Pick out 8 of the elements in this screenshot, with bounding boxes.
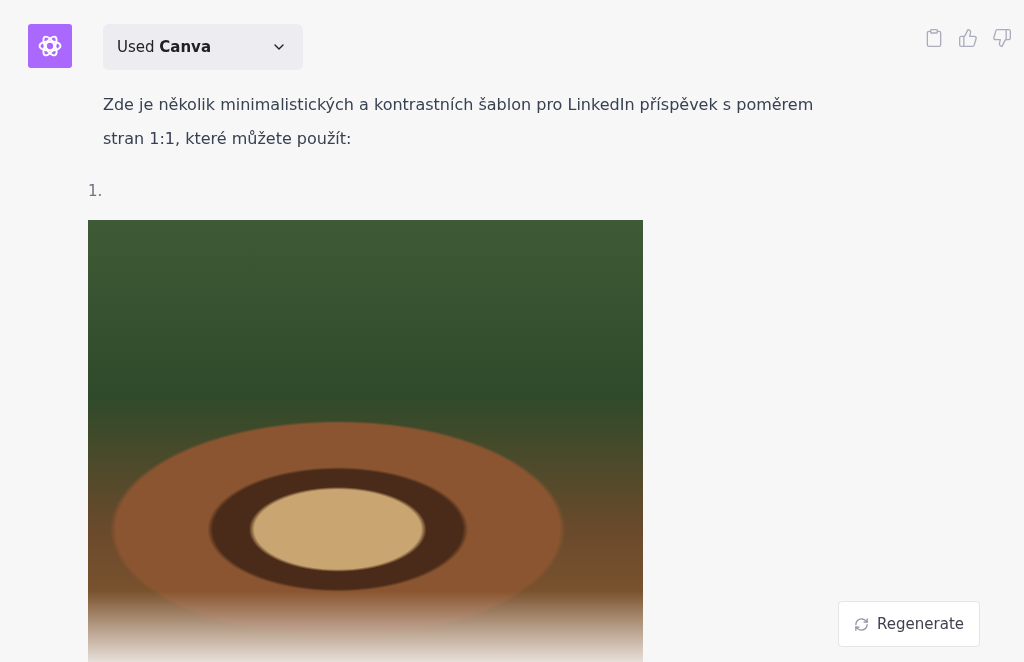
copy-icon[interactable] [924, 28, 944, 48]
tool-used-toggle[interactable]: Used Canva [103, 24, 303, 71]
thumbs-up-icon[interactable] [958, 28, 978, 48]
message-text: Zde je několik minimalistických a kontrastních šablon pro LinkedIn příspěvek s poměrem stran 1:1, které můžete použít: [103, 94, 815, 151]
list-number: 1. [88, 182, 104, 201]
thumbs-down-icon[interactable] [992, 28, 1012, 48]
refresh-icon [854, 616, 870, 632]
regenerate-button[interactable]: Regenerate [838, 601, 980, 647]
